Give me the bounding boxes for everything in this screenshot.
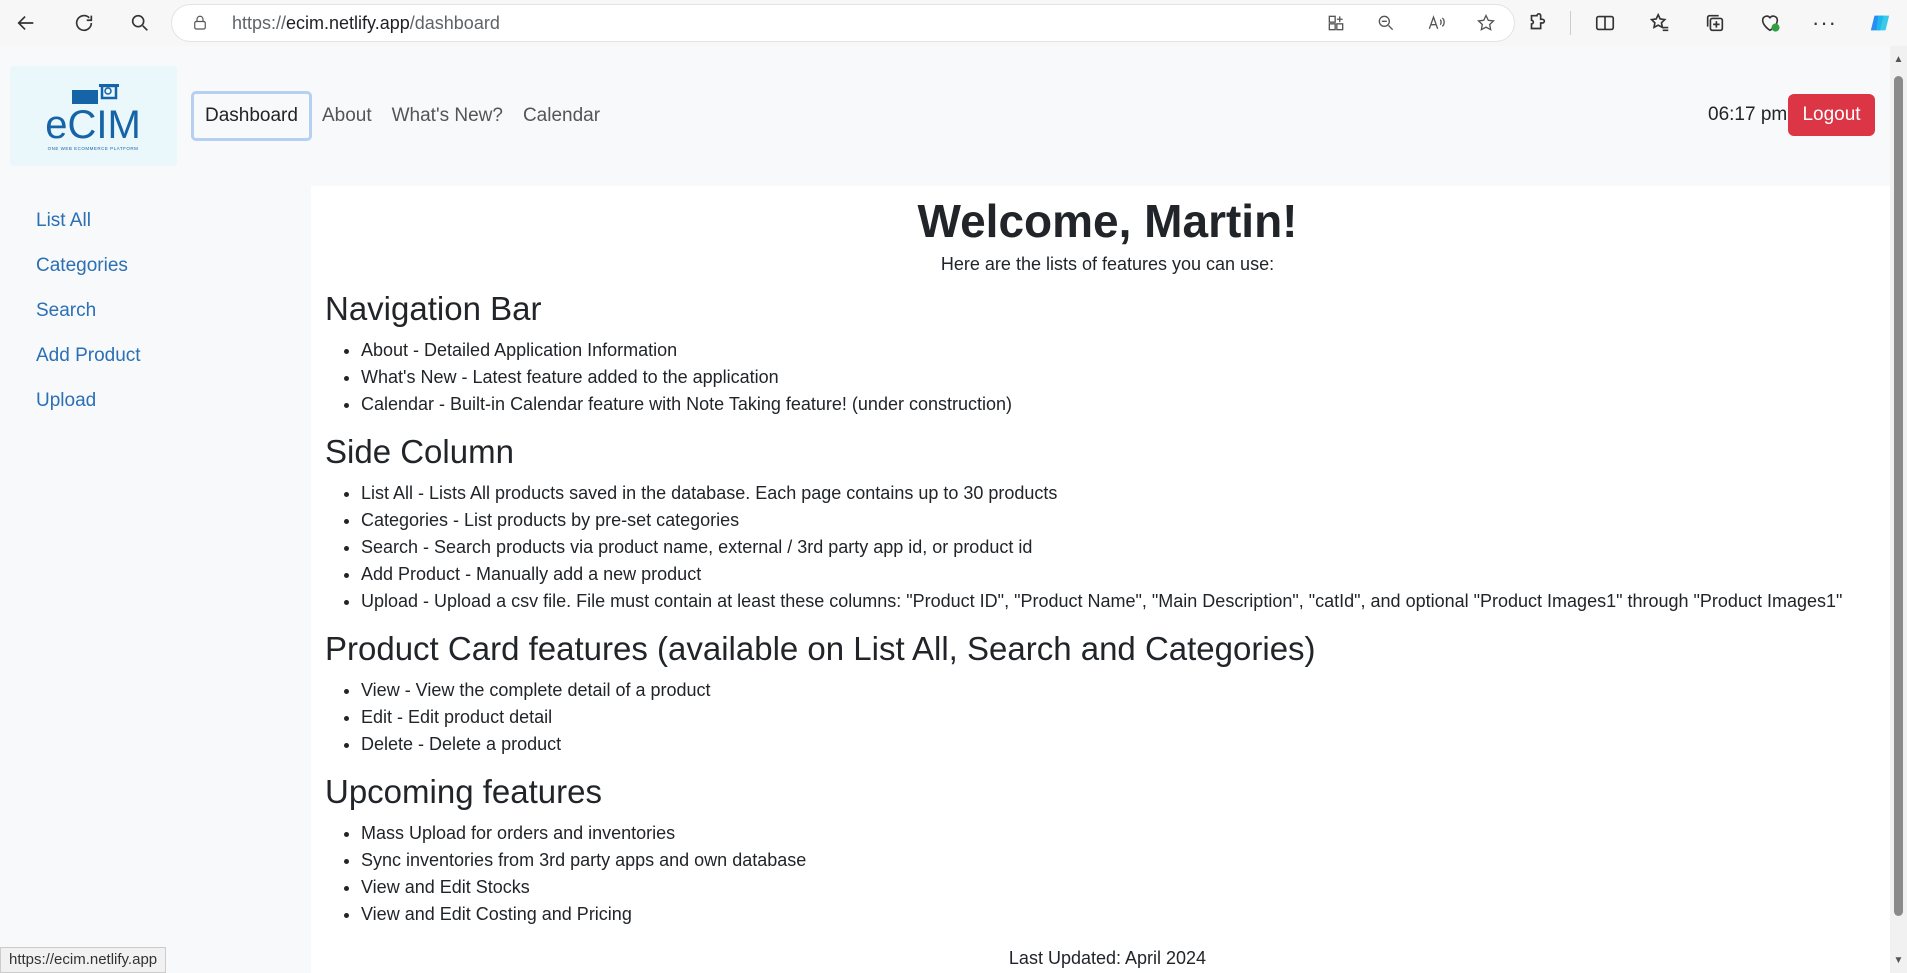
scroll-up-arrow-icon[interactable]: ▲ <box>1893 54 1904 66</box>
favorite-star-icon[interactable] <box>1472 9 1500 37</box>
current-time: 06:17 pm <box>1708 104 1788 125</box>
more-menu-icon[interactable]: ··· <box>1797 0 1852 46</box>
extensions-icon[interactable] <box>1509 0 1564 46</box>
list-item: List All - Lists All products saved in t… <box>361 480 1890 507</box>
list-item: Upload - Upload a csv file. File must co… <box>361 588 1890 615</box>
collections-icon[interactable] <box>1687 0 1742 46</box>
list-item: Edit - Edit product detail <box>361 704 1890 731</box>
list-item: View - View the complete detail of a pro… <box>361 677 1890 704</box>
copilot-icon[interactable] <box>1852 0 1907 46</box>
logo-text: eCIM <box>45 103 141 147</box>
list-item: What's New - Latest feature added to the… <box>361 364 1890 391</box>
nav-whats-new[interactable]: What's New? <box>382 91 513 141</box>
url-prefix: https:// <box>232 12 287 33</box>
sidebar-item-add-product[interactable]: Add Product <box>0 333 311 378</box>
browser-essentials-icon[interactable] <box>1742 0 1797 46</box>
app-root: eCIM ONE WEB ECOMMERCE PLATFORM Dashboar… <box>0 46 1890 973</box>
refresh-icon[interactable] <box>62 0 106 46</box>
app-available-icon[interactable] <box>1322 9 1350 37</box>
split-screen-icon[interactable] <box>1577 0 1632 46</box>
sidebar-item-upload[interactable]: Upload <box>0 378 311 423</box>
list-item: Delete - Delete a product <box>361 731 1890 758</box>
section-heading-navigation-bar: Navigation Bar <box>325 290 542 327</box>
section-heading-product-card: Product Card features (available on List… <box>325 630 1316 667</box>
search-icon[interactable] <box>118 0 162 46</box>
list-item: Sync inventories from 3rd party apps and… <box>361 847 1890 874</box>
main-nav: Dashboard About What's New? Calendar <box>191 91 610 141</box>
toolbar-divider <box>1570 11 1571 35</box>
ecim-logo[interactable]: eCIM ONE WEB ECOMMERCE PLATFORM <box>10 66 177 166</box>
side-column: List All Categories Search Add Product U… <box>0 186 311 423</box>
logo-tagline: ONE WEB ECOMMERCE PLATFORM <box>48 146 139 151</box>
favorites-icon[interactable] <box>1632 0 1687 46</box>
section-heading-side-column: Side Column <box>325 433 514 470</box>
list-item: View and Edit Stocks <box>361 874 1890 901</box>
nav-dashboard[interactable]: Dashboard <box>191 91 312 141</box>
section-list-side-column: List All - Lists All products saved in t… <box>361 480 1890 615</box>
url-path: /dashboard <box>409 12 500 33</box>
list-item: Search - Search products via product nam… <box>361 534 1890 561</box>
last-updated: Last Updated: April 2024 <box>1008 948 1207 968</box>
read-aloud-icon[interactable] <box>1422 9 1450 37</box>
sidebar-item-list-all[interactable]: List All <box>0 198 311 243</box>
list-item: Calendar - Built-in Calendar feature wit… <box>361 391 1890 418</box>
nav-about[interactable]: About <box>312 91 382 141</box>
page-scrollbar[interactable]: ▲ ▼ <box>1890 46 1907 973</box>
sidebar-item-categories[interactable]: Categories <box>0 243 311 288</box>
page-subtitle: Here are the lists of features you can u… <box>940 254 1275 274</box>
sidebar-item-search[interactable]: Search <box>0 288 311 333</box>
section-heading-upcoming: Upcoming features <box>325 773 602 810</box>
list-item: Mass Upload for orders and inventories <box>361 820 1890 847</box>
back-icon[interactable] <box>4 0 48 46</box>
section-list-navigation-bar: About - Detailed Application Information… <box>361 337 1890 418</box>
url-text[interactable]: https://ecim.netlify.app/dashboard <box>232 13 500 34</box>
list-item: View and Edit Costing and Pricing <box>361 901 1890 928</box>
browser-toolbar: https://ecim.netlify.app/dashboard ··· <box>0 0 1907 46</box>
lock-icon[interactable] <box>180 5 220 41</box>
url-host: ecim.netlify.app <box>286 12 410 33</box>
scrollbar-thumb[interactable] <box>1894 76 1903 916</box>
link-status-tooltip: https://ecim.netlify.app <box>0 947 167 973</box>
top-navbar: eCIM ONE WEB ECOMMERCE PLATFORM Dashboar… <box>0 46 1890 186</box>
main-content: Welcome, Martin! Here are the lists of f… <box>311 186 1890 973</box>
zoom-out-icon[interactable] <box>1372 9 1400 37</box>
nav-calendar[interactable]: Calendar <box>513 91 610 141</box>
list-item: Add Product - Manually add a new product <box>361 561 1890 588</box>
list-item: Categories - List products by pre-set ca… <box>361 507 1890 534</box>
section-list-product-card: View - View the complete detail of a pro… <box>361 677 1890 758</box>
list-item: About - Detailed Application Information <box>361 337 1890 364</box>
logout-button[interactable]: Logout <box>1788 94 1875 136</box>
page-title: Welcome, Martin! <box>917 195 1298 247</box>
address-bar[interactable]: https://ecim.netlify.app/dashboard <box>172 5 1514 41</box>
section-list-upcoming: Mass Upload for orders and inventories S… <box>361 820 1890 928</box>
scroll-down-arrow-icon[interactable]: ▼ <box>1893 955 1904 967</box>
